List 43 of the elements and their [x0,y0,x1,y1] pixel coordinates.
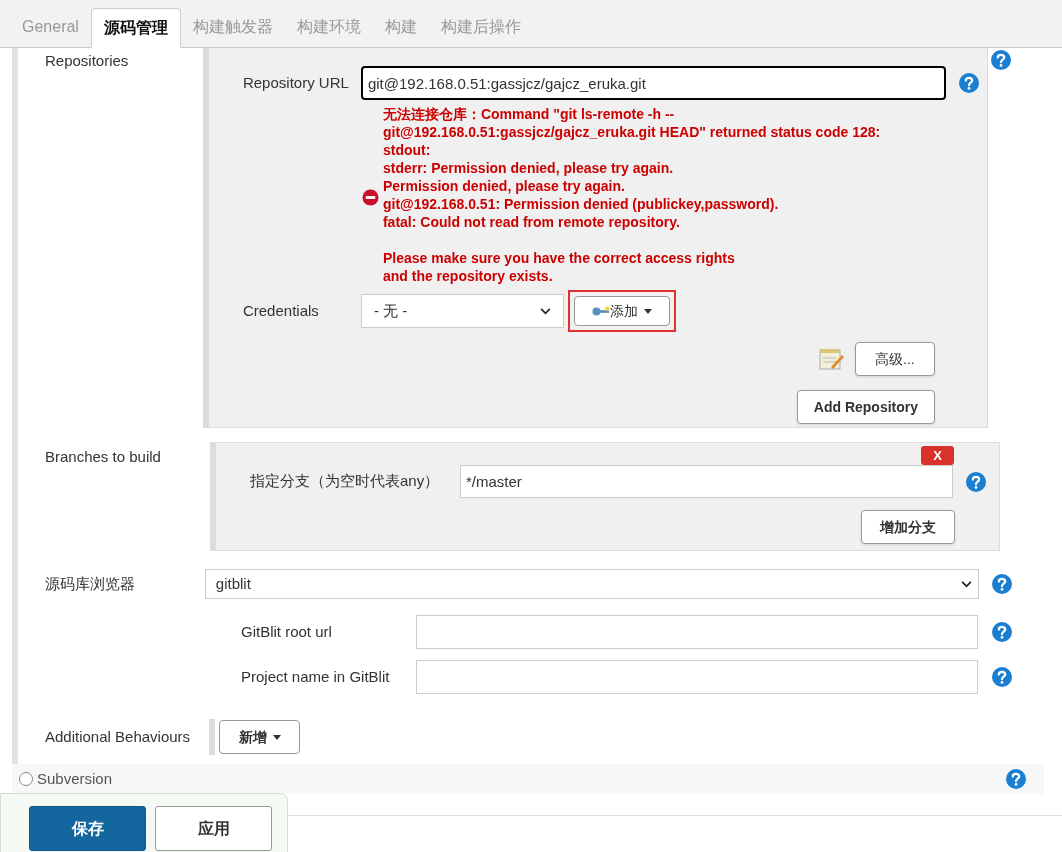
help-icon[interactable] [992,574,1012,594]
add-repository-button[interactable]: Add Repository [796,390,935,424]
error-message: 无法连接仓库：Command "git ls-remote -h -- git@192.168.0.51:gassjcz/gajcz_eruka.git HEAD" returned status code 128: stdout: stderr: Permission denied, please try again. Permission denied, please try again. git@192.168.0.51: Permission denied (publickey,password). fatal: Could not read from remote repository. [382,105,881,231]
key-icon [591,305,610,317]
chevron-icon [961,580,972,588]
credentials-select[interactable]: - 无 - [360,294,564,328]
help-icon[interactable] [1006,769,1026,789]
field-label: 指定分支（为空时代表any） [250,471,441,492]
help-icon[interactable] [958,73,979,93]
field-label: Additional Behaviours [44,726,192,747]
error-message: Please make sure you have the correct access rights and the repository exists. [382,249,736,285]
advanced-button[interactable]: 高级... [854,342,935,376]
text-input[interactable] [416,615,978,649]
section-bar [209,719,215,755]
branch-input[interactable]: */master [460,465,953,498]
add-branch-button[interactable]: 增加分支 [861,510,955,544]
caret-icon [643,308,652,314]
field-label: Repository URL [242,72,350,93]
radio-button[interactable] [19,772,33,786]
notepad-icon[interactable] [818,347,845,371]
tab[interactable]: 源码管理 [90,8,181,48]
help-icon[interactable] [966,471,986,492]
add-button[interactable]: 添加 [573,296,670,326]
caret-icon [272,734,281,740]
add-behaviour-button[interactable]: 新增 [219,720,300,754]
field-label: Project name in GitBlit [240,666,391,687]
field-label: Repositories [44,51,130,71]
help-icon[interactable] [992,667,1012,687]
field-label: Credentials [242,300,320,321]
url-input[interactable]: git@192.168.0.51:gassjcz/gajcz_eruka.git [360,66,946,100]
text-input[interactable] [416,660,978,694]
apply-button[interactable]: 应用 [155,806,272,851]
option-label: Subversion [37,768,113,789]
field-label: Branches to build [44,447,162,467]
chevron-icon [539,307,551,315]
browser-select[interactable]: gitblit [204,569,979,599]
help-icon[interactable] [992,622,1012,642]
field-label: 源码库浏览器 [44,573,136,594]
field-label: GitBlit root url [240,621,333,642]
save-button[interactable]: 保存 [29,806,146,851]
help-icon[interactable] [990,50,1011,70]
delete-button[interactable]: X [921,446,954,465]
error-icon [361,188,379,206]
